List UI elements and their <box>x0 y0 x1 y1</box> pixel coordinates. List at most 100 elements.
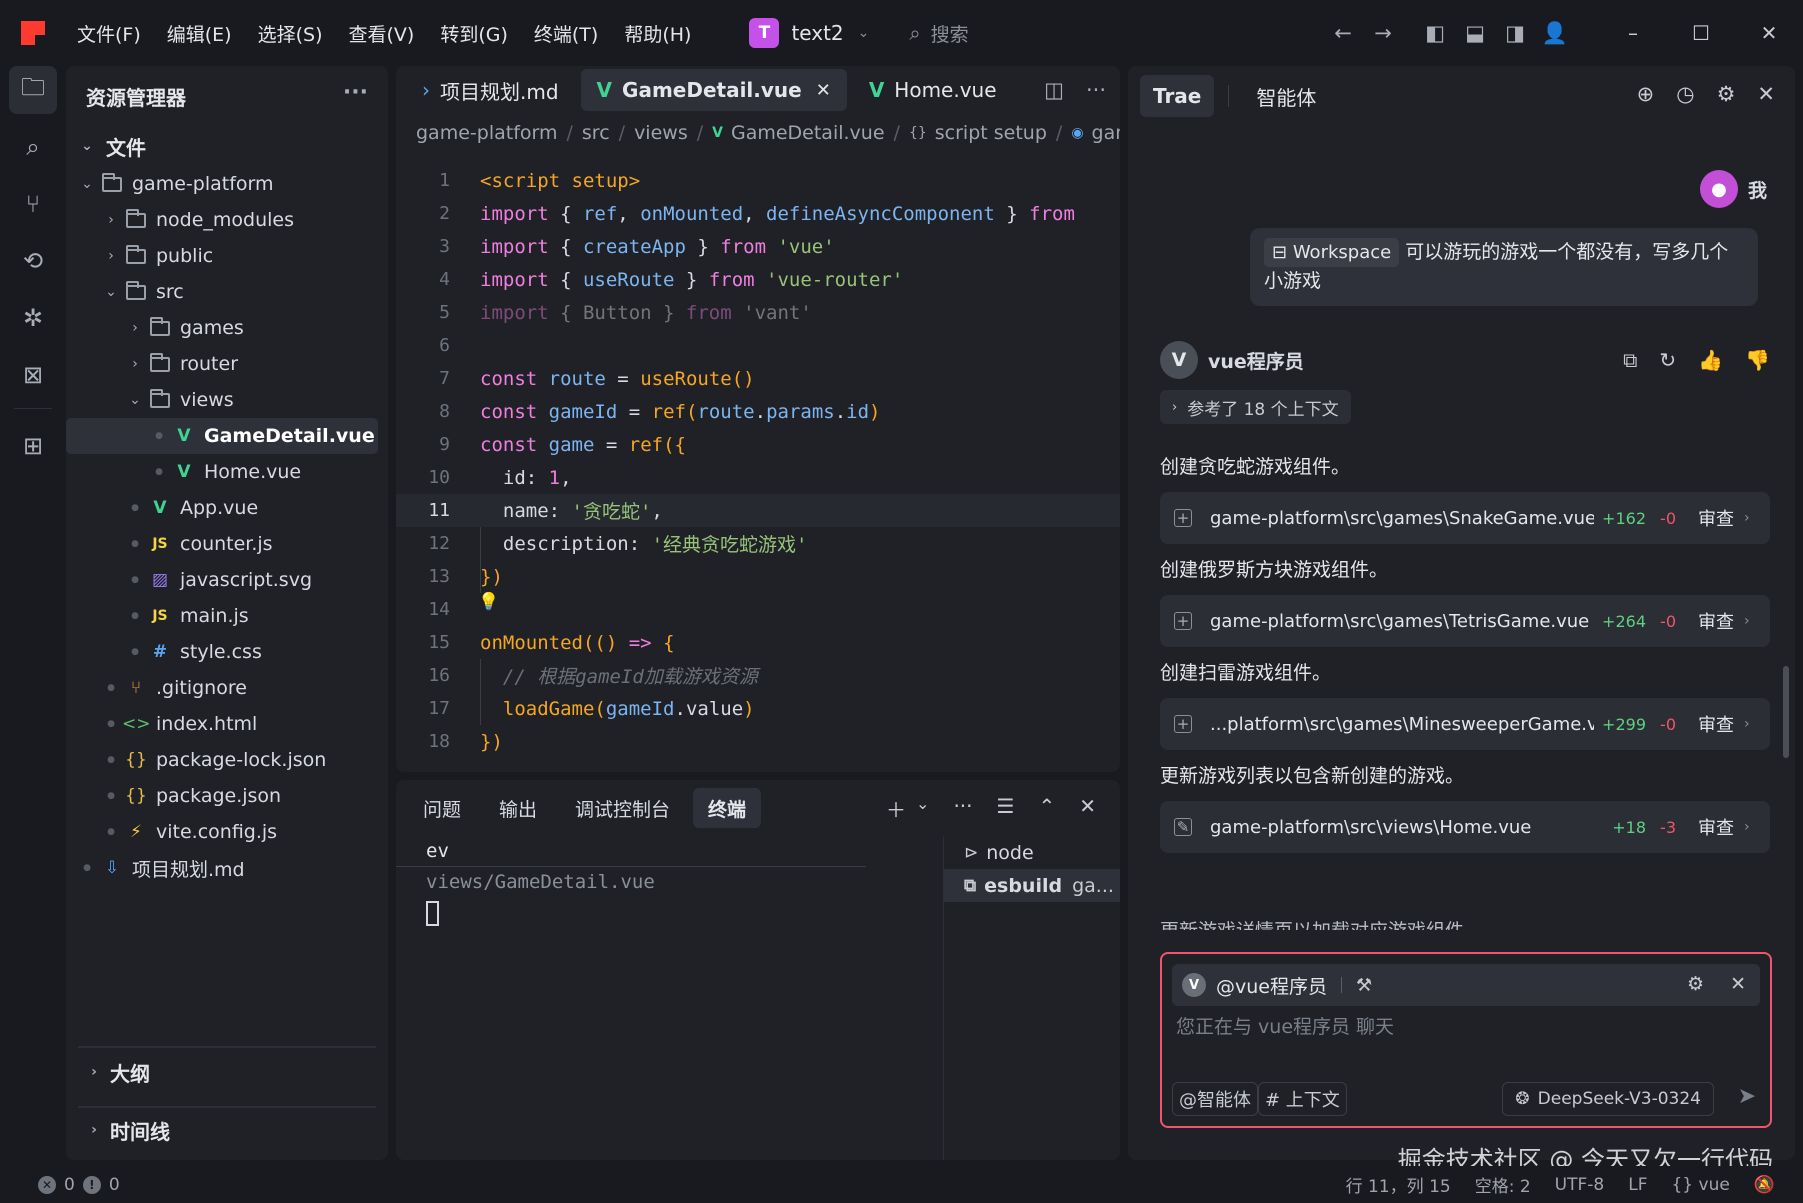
review-button[interactable]: 审查 <box>1698 711 1734 737</box>
tools-icon[interactable]: ⚒ <box>1356 975 1372 996</box>
context-chip[interactable]: # 上下文 <box>1258 1082 1347 1116</box>
maximize-panel-icon[interactable]: ⌃ <box>1038 794 1055 823</box>
tree-file[interactable]: ● ⇩ 项目规划.md <box>66 850 378 886</box>
tree-folder[interactable]: ⌄ src <box>66 274 378 310</box>
search-box[interactable]: ⌕ 搜索 <box>909 20 968 47</box>
thumbs-down-icon[interactable]: 👎 <box>1745 348 1770 372</box>
line-ending[interactable]: LF <box>1628 1175 1647 1195</box>
forward-arrow-icon[interactable]: → <box>1363 21 1403 45</box>
search-icon[interactable]: ⌕ <box>9 123 57 171</box>
regenerate-icon[interactable]: ↻ <box>1659 348 1676 372</box>
indentation[interactable]: 空格: 2 <box>1475 1172 1531 1197</box>
new-chat-icon[interactable]: ⊕ <box>1637 82 1655 106</box>
tree-folder[interactable]: › node_modules <box>66 202 378 238</box>
chat-scrollbar[interactable] <box>1783 666 1789 758</box>
debug-icon[interactable]: ✲ <box>9 294 57 342</box>
tree-file[interactable]: ● V GameDetail.vue <box>66 418 378 454</box>
toggle-bottom-panel-icon[interactable]: ⬓ <box>1455 21 1495 45</box>
tree-file[interactable]: ● {} package-lock.json <box>66 742 378 778</box>
menu-item[interactable]: 终端(T) <box>534 20 598 47</box>
chevron-down-icon[interactable]: ⌄ <box>916 794 929 823</box>
copy-icon[interactable]: ⧉ <box>1623 348 1637 372</box>
menu-item[interactable]: 查看(V) <box>349 20 415 47</box>
agent-chip[interactable]: @智能体 <box>1172 1082 1258 1116</box>
terminal-session[interactable]: ⊳ node <box>944 836 1120 869</box>
breadcrumb-item[interactable]: game-platform <box>416 122 558 144</box>
context-reference[interactable]: › 参考了 18 个上下文 <box>1160 390 1351 424</box>
tree-file[interactable]: ● JS counter.js <box>66 526 378 562</box>
toggle-right-panel-icon[interactable]: ◨ <box>1495 21 1535 45</box>
tree-folder[interactable]: ⌄ views <box>66 382 378 418</box>
tree-file[interactable]: ● ⚡ vite.config.js <box>66 814 378 850</box>
breadcrumb-item[interactable]: GameDetail.vue <box>731 122 885 144</box>
code-editor[interactable]: 1 <script setup> 2 import { ref, onMounted,… <box>396 164 1120 772</box>
gear-icon[interactable]: ⚙ <box>1687 973 1704 995</box>
menu-item[interactable]: 编辑(E) <box>167 20 232 47</box>
explorer-icon[interactable]: 🗀 <box>9 66 57 114</box>
split-editor-icon[interactable]: ◫ <box>1044 78 1064 102</box>
cursor-position[interactable]: 行 11，列 15 <box>1346 1172 1451 1197</box>
toggle-left-panel-icon[interactable]: ◧ <box>1415 21 1455 45</box>
panel-tab[interactable]: 问题 <box>408 788 476 828</box>
tree-folder[interactable]: › public <box>66 238 378 274</box>
panel-tab[interactable]: 输出 <box>484 788 552 828</box>
thumbs-up-icon[interactable]: 👍 <box>1698 348 1723 372</box>
notifications-icon[interactable]: 🔕 <box>1754 1175 1775 1195</box>
language-mode[interactable]: {} vue <box>1671 1175 1729 1195</box>
send-icon[interactable]: ➤ <box>1738 1084 1756 1109</box>
close-panel-icon[interactable]: ✕ <box>1079 794 1096 823</box>
menu-item[interactable]: 文件(F) <box>77 20 141 47</box>
file-change-card[interactable]: ✎ game-platform\src\views\Home.vue +18 -3 审查… <box>1160 801 1770 853</box>
breadcrumb-item[interactable]: views <box>634 122 688 144</box>
close-window-icon[interactable]: ✕ <box>1735 21 1803 45</box>
timeline-section-header[interactable]: › 时间线 <box>78 1110 170 1150</box>
terminal-session[interactable]: ⧉ esbuild ga... <box>944 869 1120 902</box>
tree-folder[interactable]: › games <box>66 310 378 346</box>
project-switcher[interactable]: T text2 ⌄ <box>749 18 869 48</box>
tree-file[interactable]: ● V App.vue <box>66 490 378 526</box>
tab-md-file[interactable]: › 项目规划.md <box>406 69 575 111</box>
adjust-icon[interactable]: ☰ <box>997 794 1015 823</box>
tree-folder[interactable]: › router <box>66 346 378 382</box>
minimize-icon[interactable]: – <box>1599 21 1667 45</box>
panel-tab[interactable]: 终端 <box>693 788 762 828</box>
close-icon[interactable]: ✕ <box>1730 973 1746 995</box>
breadcrumb-item[interactable]: script setup <box>935 122 1047 144</box>
tree-file[interactable]: ● ⑂ .gitignore <box>66 670 378 706</box>
extensions-icon[interactable]: ⊞ <box>9 422 57 470</box>
more-icon[interactable]: ··· <box>1086 78 1106 102</box>
files-section-header[interactable]: ⌄ 文件 <box>66 126 388 166</box>
tree-file[interactable]: ● # style.css <box>66 634 378 670</box>
tree-file[interactable]: ● V Home.vue <box>66 454 378 490</box>
tree-file[interactable]: ● {} package.json <box>66 778 378 814</box>
breadcrumb-item[interactable]: src <box>582 122 610 144</box>
encoding[interactable]: UTF-8 <box>1555 1175 1605 1195</box>
tree-file[interactable]: ● JS main.js <box>66 598 378 634</box>
maximize-icon[interactable]: ☐ <box>1667 21 1735 45</box>
close-icon[interactable]: ✕ <box>1757 82 1775 106</box>
tree-file[interactable]: ● <> index.html <box>66 706 378 742</box>
chat-input[interactable] <box>1176 1016 1756 1038</box>
chat-tab[interactable]: Trae <box>1140 75 1215 117</box>
more-icon[interactable]: ··· <box>953 794 972 823</box>
tab-vue-file[interactable]: V GameDetail.vue ✕ <box>580 69 847 111</box>
menu-item[interactable]: 转到(G) <box>440 20 508 47</box>
history-icon[interactable]: ◷ <box>1676 82 1694 106</box>
file-change-card[interactable]: + game-platform\src\games\SnakeGame.vue +1… <box>1160 492 1770 544</box>
agent-mention[interactable]: @vue程序员 <box>1216 972 1327 999</box>
source-control-icon[interactable]: ⑂ <box>9 180 57 228</box>
remote-icon[interactable]: ⟲ <box>9 237 57 285</box>
file-change-card[interactable]: + ...platform\src\games\MinesweeperGame.v… <box>1160 698 1770 750</box>
tree-folder[interactable]: ⌄ game-platform <box>66 166 378 202</box>
workspace-chip[interactable]: ⊟ Workspace <box>1264 238 1400 267</box>
terminal-output[interactable]: ev views/GameDetail.vue <box>396 836 944 1194</box>
panel-tab[interactable]: 调试控制台 <box>560 788 685 828</box>
breadcrumb-item[interactable]: game <box>1092 122 1120 144</box>
more-icon[interactable]: ··· <box>343 80 368 105</box>
gear-icon[interactable]: ⚙ <box>1717 82 1736 106</box>
tree-file[interactable]: ● ▨ javascript.svg <box>66 562 378 598</box>
file-change-card[interactable]: + game-platform\src\games\TetrisGame.vue +… <box>1160 595 1770 647</box>
review-button[interactable]: 审查 <box>1698 814 1734 840</box>
menu-item[interactable]: 帮助(H) <box>624 20 691 47</box>
add-terminal-icon[interactable]: ＋ <box>886 794 906 823</box>
